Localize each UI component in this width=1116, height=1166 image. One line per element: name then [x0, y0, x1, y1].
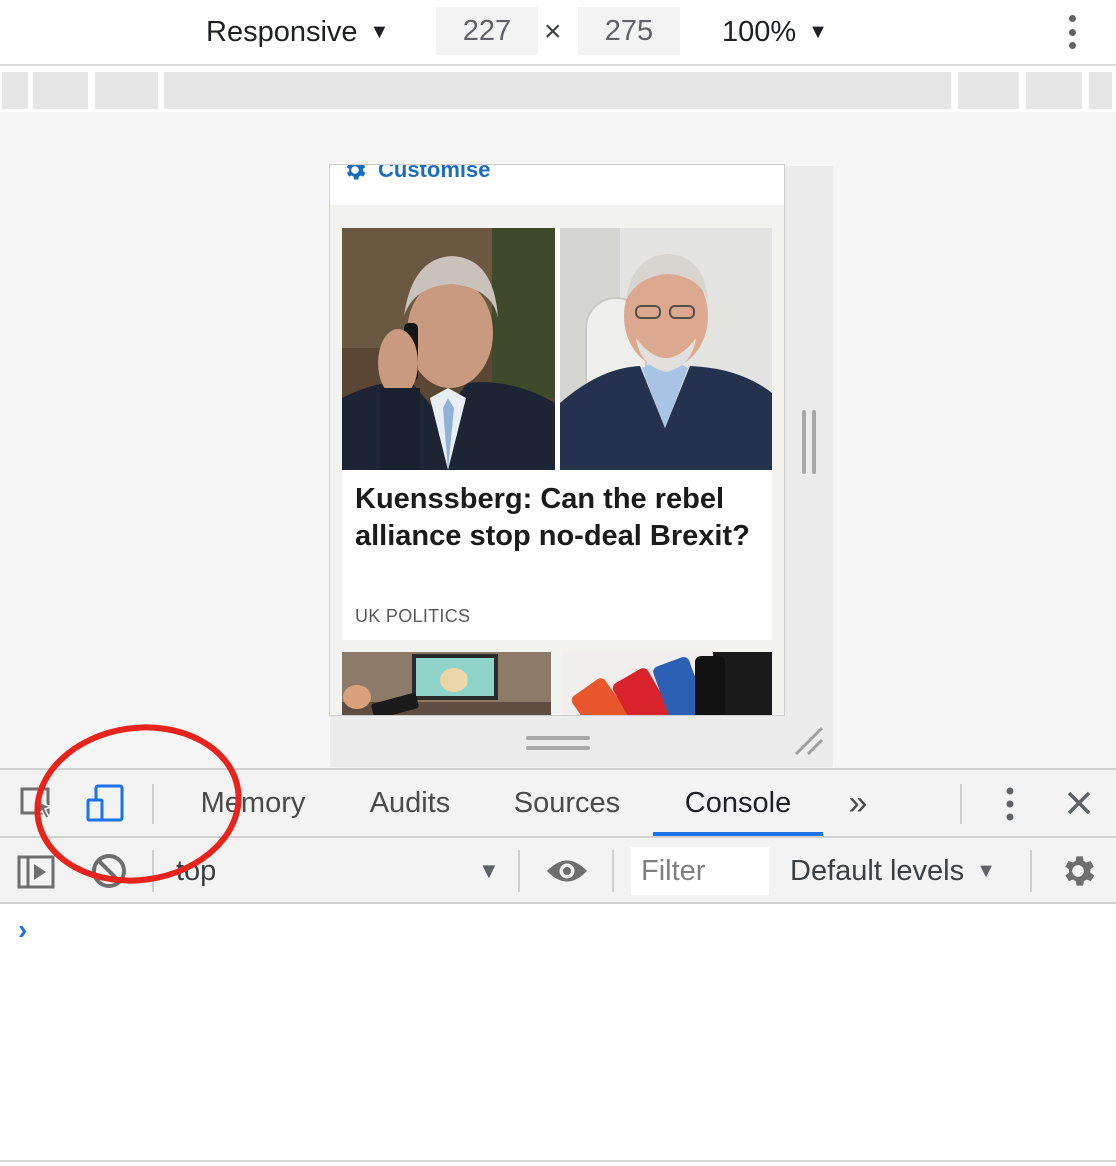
media-query-bar[interactable] [95, 72, 158, 109]
news-thumbnail-left[interactable] [342, 652, 551, 715]
tab-sources[interactable]: Sources [500, 770, 634, 836]
dropdown-arrow-icon: ▼ [976, 859, 996, 882]
dimension-separator: × [544, 15, 562, 48]
customise-label: Customise [378, 164, 491, 182]
media-query-bar[interactable] [2, 72, 28, 109]
width-input[interactable]: 227 [436, 7, 538, 55]
clear-console-icon[interactable] [88, 850, 130, 892]
console-prompt-icon[interactable]: › [18, 914, 27, 946]
viewport-resize-corner-icon[interactable] [792, 724, 826, 758]
dropdown-arrow-icon: ▼ [369, 20, 390, 43]
log-levels-select[interactable]: Default levels ▼ [790, 838, 996, 904]
toolbar-divider [612, 850, 614, 892]
toolbar-divider [152, 784, 154, 824]
context-selector[interactable]: top [176, 838, 216, 904]
media-query-bar[interactable] [33, 72, 88, 109]
news-headline[interactable]: Kuenssberg: Can the rebel alliance stop … [355, 481, 765, 555]
dropdown-arrow-icon[interactable]: ▼ [478, 838, 500, 904]
eye-icon[interactable] [544, 852, 590, 890]
customise-bar: Customise [330, 165, 784, 205]
news-photo-left [342, 228, 555, 470]
toolbar-divider [152, 850, 154, 892]
customise-link[interactable]: Customise [342, 164, 491, 183]
toolbar-divider [960, 784, 962, 824]
device-select[interactable]: Responsive ▼ [206, 8, 389, 56]
toolbar-divider [1030, 850, 1032, 892]
media-query-bar[interactable] [1089, 72, 1112, 109]
zoom-select[interactable]: 100% ▼ [722, 8, 828, 56]
gear-icon [346, 165, 366, 180]
tab-memory[interactable]: Memory [184, 770, 322, 836]
active-tab-indicator [653, 832, 823, 836]
filter-input[interactable]: Filter [631, 847, 769, 895]
height-input[interactable]: 275 [578, 7, 680, 55]
console-settings-gear-icon[interactable] [1056, 850, 1100, 892]
devtools-tab-bar: Memory Audits Sources Console » [0, 768, 1116, 838]
viewport-resize-handle-right[interactable] [802, 410, 816, 474]
log-levels-label: Default levels [790, 854, 965, 887]
show-sidebar-icon[interactable] [14, 852, 58, 892]
emulated-viewport[interactable]: Customise Kuenssberg: Can the rebel alli… [329, 164, 785, 716]
more-tabs-icon[interactable]: » [836, 770, 880, 836]
device-toolbar-toggle-icon[interactable] [82, 780, 128, 826]
console-toolbar: top ▼ Filter Default levels ▼ [0, 838, 1116, 904]
media-query-ruler [0, 68, 1116, 112]
tab-console[interactable]: Console [653, 770, 823, 836]
zoom-label: 100% [722, 15, 797, 48]
section-tag[interactable]: UK POLITICS [355, 606, 470, 627]
more-vertical-icon[interactable] [1060, 12, 1084, 52]
close-icon[interactable] [1060, 784, 1098, 822]
viewport-resize-handle-bottom[interactable] [526, 736, 590, 750]
news-photo-right [560, 228, 772, 470]
media-query-bar[interactable] [1026, 72, 1082, 109]
device-emulation-area: Customise Kuenssberg: Can the rebel alli… [0, 112, 1116, 768]
media-query-bar[interactable] [958, 72, 1019, 109]
inspect-element-icon[interactable] [14, 782, 60, 824]
device-label: Responsive [206, 15, 358, 48]
devtools-menu-icon[interactable] [996, 784, 1024, 824]
dropdown-arrow-icon: ▼ [808, 20, 828, 43]
news-card[interactable]: Kuenssberg: Can the rebel alliance stop … [342, 228, 772, 640]
news-thumbnail-right[interactable] [563, 652, 772, 715]
tab-audits[interactable]: Audits [352, 770, 468, 836]
device-toolbar: Responsive ▼ 227 × 275 100% ▼ [0, 0, 1116, 66]
toolbar-divider [518, 850, 520, 892]
media-query-bar[interactable] [164, 72, 951, 109]
console-output[interactable]: › [0, 904, 1116, 1162]
